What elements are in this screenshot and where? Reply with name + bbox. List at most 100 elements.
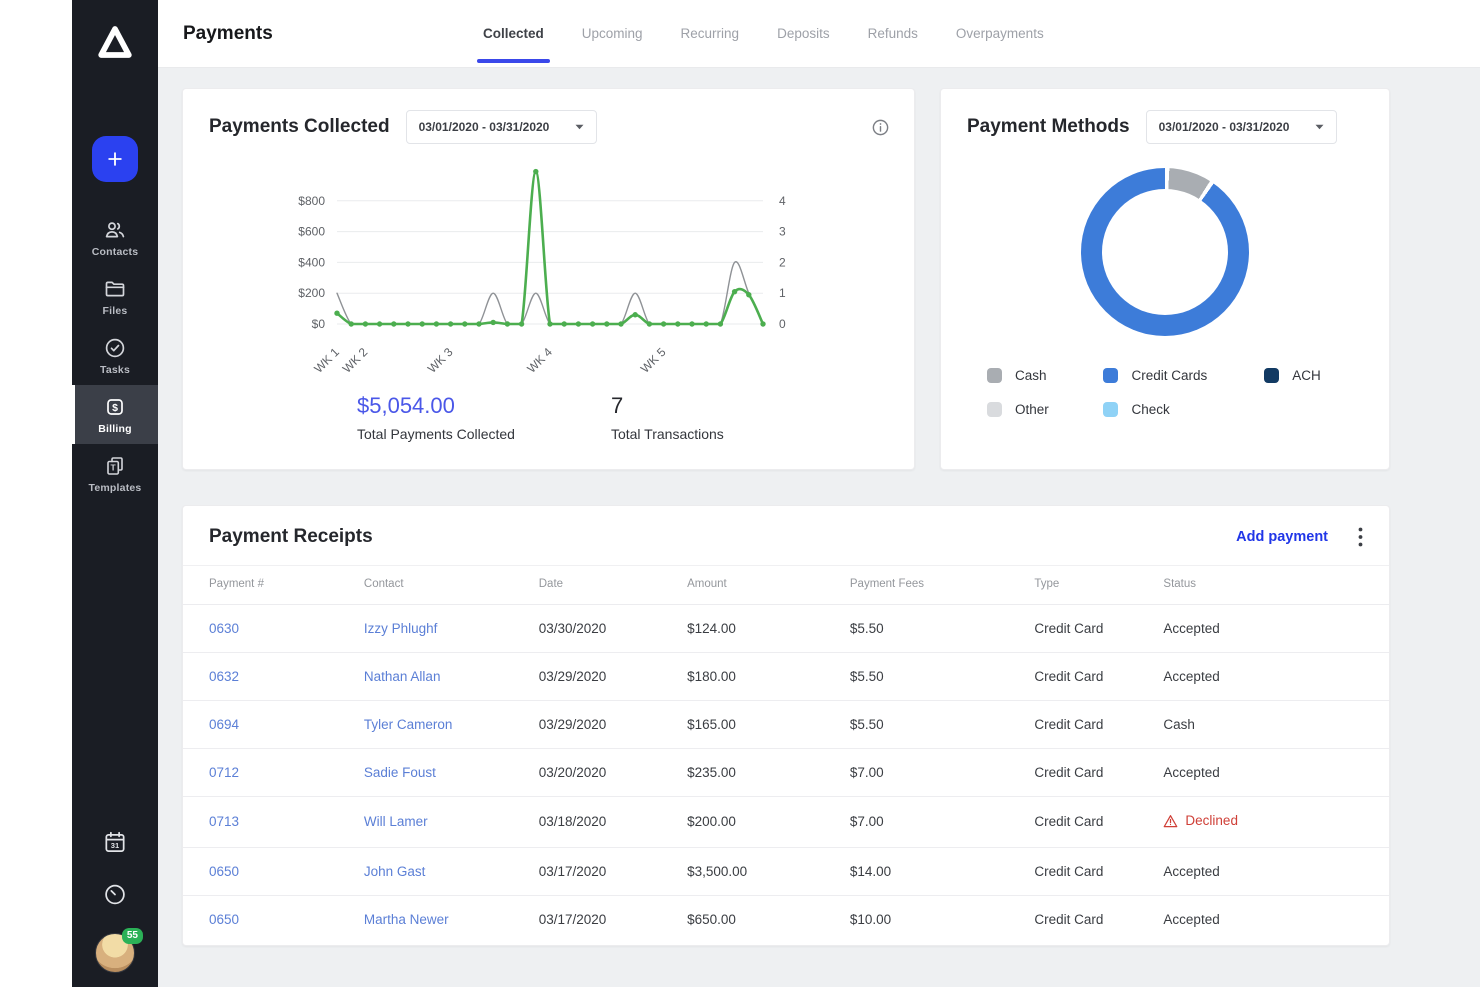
sidebar-item-label: Files — [103, 305, 128, 317]
fees-cell: $5.50 — [850, 653, 1035, 701]
svg-text:2: 2 — [779, 255, 786, 269]
svg-text:31: 31 — [111, 841, 119, 850]
total-transactions-value: 7 — [611, 393, 724, 419]
window-gutter — [0, 0, 72, 987]
sidebar-item-label: Billing — [98, 423, 131, 435]
total-transactions-label: Total Transactions — [611, 426, 724, 442]
column-header: Contact — [364, 566, 539, 605]
table-header-row: Payment #ContactDateAmountPayment FeesTy… — [183, 566, 1389, 605]
kebab-menu-icon — [1358, 527, 1363, 547]
tab-recurring[interactable]: Recurring — [681, 0, 740, 67]
contact-link[interactable]: Izzy Phlughf — [364, 621, 438, 636]
legend-label: Check — [1131, 402, 1169, 417]
tab-upcoming[interactable]: Upcoming — [582, 0, 643, 67]
card-title: Payments Collected — [209, 116, 390, 138]
total-amount-label: Total Payments Collected — [357, 426, 515, 442]
type-cell: Credit Card — [1034, 653, 1163, 701]
clock-icon — [102, 881, 128, 907]
legend-label: Other — [1015, 402, 1049, 417]
main-area: Payments Collected Upcoming Recurring Depos… — [158, 0, 1480, 987]
contact-link[interactable]: Nathan Allan — [364, 669, 441, 684]
contact-link[interactable]: Will Lamer — [364, 814, 428, 829]
sidebar-item-tasks[interactable]: Tasks — [72, 326, 158, 385]
svg-text:$400: $400 — [298, 255, 325, 269]
svg-text:4: 4 — [779, 194, 786, 208]
notification-badge: 55 — [122, 928, 143, 944]
svg-text:WK 2: WK 2 — [339, 345, 370, 376]
date-cell: 03/17/2020 — [539, 847, 687, 895]
app-logo[interactable] — [92, 20, 138, 66]
total-transactions-stat: 7 Total Transactions — [611, 393, 724, 442]
legend-item-cash: Cash — [987, 368, 1103, 383]
payment-number-link[interactable]: 0713 — [209, 814, 239, 829]
status-cell: Accepted — [1163, 847, 1389, 895]
table-row: 0712Sadie Foust03/20/2020$235.00$7.00Cre… — [183, 749, 1389, 797]
date-range-select[interactable]: 03/01/2020 - 03/31/2020 — [406, 110, 598, 144]
status-text: Accepted — [1163, 669, 1219, 684]
tab-collected[interactable]: Collected — [483, 0, 544, 67]
legend-swatch — [987, 402, 1002, 417]
svg-text:$: $ — [112, 402, 118, 414]
check-circle-icon — [103, 336, 127, 360]
payment-number-link[interactable]: 0630 — [209, 621, 239, 636]
legend-swatch — [1103, 368, 1118, 383]
payment-number-link[interactable]: 0650 — [209, 912, 239, 927]
calendar-button[interactable]: 31 — [102, 829, 128, 855]
table-row: 0650John Gast03/17/2020$3,500.00$14.00Cr… — [183, 847, 1389, 895]
card-title: Payment Methods — [967, 116, 1130, 138]
column-header: Status — [1163, 566, 1389, 605]
fees-cell: $10.00 — [850, 895, 1035, 943]
contact-link[interactable]: Martha Newer — [364, 912, 449, 927]
calendar-icon: 31 — [102, 829, 128, 855]
more-options-button[interactable] — [1358, 527, 1363, 547]
payment-methods-donut — [1081, 168, 1249, 336]
page-header: Payments Collected Upcoming Recurring Depos… — [158, 0, 1480, 68]
table-row: 0713Will Lamer03/18/2020$200.00$7.00Cred… — [183, 797, 1389, 848]
svg-text:$0: $0 — [311, 317, 325, 331]
fees-cell: $14.00 — [850, 847, 1035, 895]
fees-cell: $5.50 — [850, 701, 1035, 749]
timer-button[interactable] — [102, 881, 128, 907]
sidebar-item-templates[interactable]: T Templates — [72, 444, 158, 503]
date-range-select[interactable]: 03/01/2020 - 03/31/2020 — [1146, 110, 1338, 144]
templates-icon: T — [103, 454, 127, 478]
payment-number-link[interactable]: 0712 — [209, 765, 239, 780]
svg-text:WK 5: WK 5 — [637, 345, 668, 376]
amount-cell: $650.00 — [687, 895, 850, 943]
column-header: Type — [1034, 566, 1163, 605]
page-title: Payments — [183, 23, 483, 45]
table-row: 0694Tyler Cameron03/29/2020$165.00$5.50C… — [183, 701, 1389, 749]
table-row: 0630Izzy Phlughf03/30/2020$124.00$5.50Cr… — [183, 605, 1389, 653]
contact-link[interactable]: Sadie Foust — [364, 765, 436, 780]
sidebar-item-files[interactable]: Files — [72, 267, 158, 326]
tab-refunds[interactable]: Refunds — [868, 0, 918, 67]
svg-text:0: 0 — [779, 317, 786, 331]
sidebar-item-billing[interactable]: $ Billing — [72, 385, 158, 444]
contact-link[interactable]: Tyler Cameron — [364, 717, 453, 732]
tab-overpayments[interactable]: Overpayments — [956, 0, 1044, 67]
svg-text:WK 3: WK 3 — [424, 345, 455, 376]
payment-number-link[interactable]: 0632 — [209, 669, 239, 684]
contact-link[interactable]: John Gast — [364, 864, 426, 879]
legend-label: Credit Cards — [1131, 368, 1207, 383]
add-button[interactable] — [92, 136, 138, 182]
svg-text:T: T — [110, 463, 116, 473]
amount-cell: $200.00 — [687, 797, 850, 848]
folder-icon — [103, 277, 127, 301]
amount-cell: $3,500.00 — [687, 847, 850, 895]
tab-deposits[interactable]: Deposits — [777, 0, 830, 67]
user-avatar[interactable]: 55 — [95, 933, 135, 973]
status-cell: Declined — [1163, 797, 1389, 848]
add-payment-button[interactable]: Add payment — [1236, 529, 1328, 545]
status-cell: Accepted — [1163, 653, 1389, 701]
legend-label: ACH — [1292, 368, 1321, 383]
amount-cell: $124.00 — [687, 605, 850, 653]
status-text: Accepted — [1163, 765, 1219, 780]
legend-swatch — [987, 368, 1002, 383]
sidebar-item-label: Templates — [89, 482, 142, 494]
sidebar-item-contacts[interactable]: Contacts — [72, 208, 158, 267]
sidebar-bottom: 31 55 — [95, 829, 135, 973]
info-button[interactable] — [871, 118, 890, 137]
payment-number-link[interactable]: 0650 — [209, 864, 239, 879]
payment-number-link[interactable]: 0694 — [209, 717, 239, 732]
